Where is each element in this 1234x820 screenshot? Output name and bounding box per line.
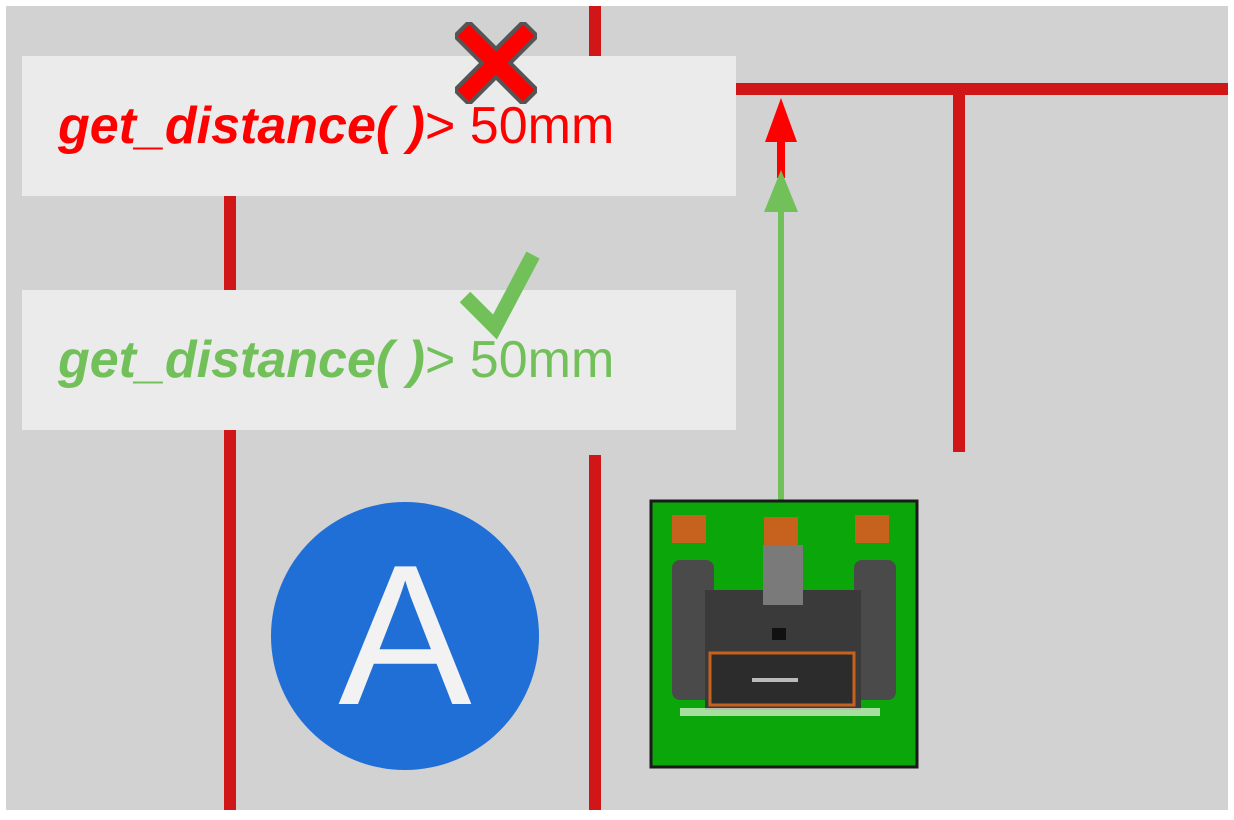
cross-icon bbox=[455, 22, 537, 104]
condition-text: > 50mm bbox=[424, 97, 615, 155]
start-marker-letter: A bbox=[338, 524, 472, 747]
function-call-text: get_distance( ) bbox=[58, 331, 425, 389]
check-icon bbox=[459, 251, 540, 340]
function-call-text: get_distance( ) bbox=[58, 97, 425, 155]
distance-check-fail: get_distance( ) > 50mm bbox=[22, 56, 736, 196]
robot-icon bbox=[649, 499, 919, 769]
start-marker-badge: A bbox=[271, 502, 539, 770]
distance-check-pass: get_distance( ) > 50mm bbox=[22, 290, 736, 430]
